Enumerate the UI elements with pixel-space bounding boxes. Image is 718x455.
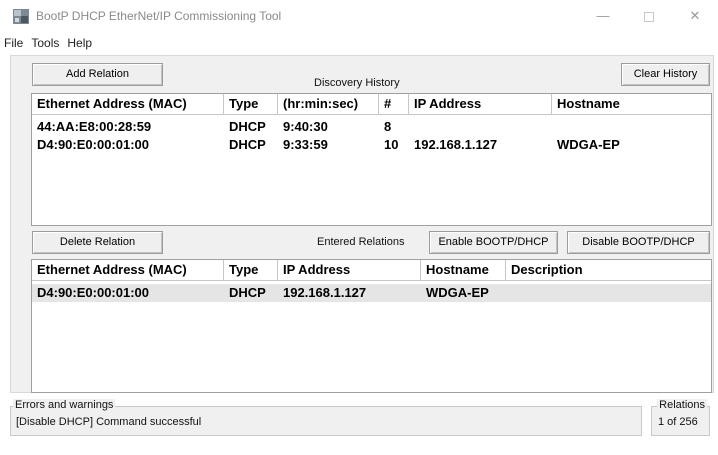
cell-type: DHCP [229,119,266,134]
status-message: [Disable DHCP] Command successful [16,416,202,428]
column-header-mac[interactable]: Ethernet Address (MAC) [32,260,224,281]
cell-ip [409,118,552,136]
cell-hostname [552,118,711,136]
table-row[interactable]: D4:90:E0:00:01:00 DHCP 192.168.1.127 WDG… [32,284,711,302]
add-relation-button[interactable]: Add Relation [32,63,163,86]
menu-help[interactable]: Help [63,34,96,52]
delete-relation-button[interactable]: Delete Relation [32,231,163,254]
column-header-time[interactable]: (hr:min:sec) [278,94,379,115]
discovery-history-list[interactable]: Ethernet Address (MAC) Type (hr:min:sec)… [31,93,712,226]
close-icon: ✕ [689,8,701,23]
list-header: Ethernet Address (MAC) Type (hr:min:sec)… [32,94,711,115]
minimize-icon: — [596,8,610,23]
column-header-count[interactable]: # [379,94,409,115]
entered-relations-caption: Entered Relations [317,236,405,248]
cell-mac: D4:90:E0:00:01:00 [37,137,150,152]
client-area: Add Relation Discovery History Clear His… [10,55,714,393]
relations-group-label: Relations [657,399,707,411]
column-header-ip[interactable]: IP Address [409,94,552,115]
minimize-button[interactable]: — [580,0,626,32]
cell-count: 10 [384,137,399,152]
cell-type: DHCP [229,137,266,152]
errors-group-label: Errors and warnings [13,399,116,411]
cell-time: 9:33:59 [283,137,328,152]
column-header-type[interactable]: Type [224,94,278,115]
menu-tools[interactable]: Tools [27,34,63,52]
cell-ip: 192.168.1.127 [283,285,367,300]
discovery-history-caption: Discovery History [314,77,400,89]
errors-and-warnings-group: Errors and warnings [Disable DHCP] Comma… [10,399,642,436]
cell-count: 8 [384,119,392,134]
enable-bootp-button[interactable]: Enable BOOTP/DHCP [429,231,558,254]
cell-mac: 44:AA:E8:00:28:59 [37,119,152,134]
table-row[interactable]: 44:AA:E8:00:28:59 DHCP 9:40:30 8 [32,118,711,136]
relations-group: Relations 1 of 256 [651,399,710,436]
cell-time: 9:40:30 [283,119,328,134]
menu-file[interactable]: File [0,34,27,52]
app-icon [13,9,29,24]
column-header-type[interactable]: Type [224,260,278,281]
relations-count: 1 of 256 [658,416,698,428]
column-header-hostname[interactable]: Hostname [421,260,506,281]
disable-bootp-button[interactable]: Disable BOOTP/DHCP [567,231,710,254]
window-title: BootP DHCP EtherNet/IP Commissioning Too… [36,9,282,23]
column-header-ip[interactable]: IP Address [278,260,421,281]
cell-description [506,284,711,302]
title-bar: BootP DHCP EtherNet/IP Commissioning Too… [0,0,718,32]
cell-hostname: WDGA-EP [426,285,489,300]
column-header-description[interactable]: Description [506,260,711,281]
clear-history-button[interactable]: Clear History [621,63,710,86]
column-header-mac[interactable]: Ethernet Address (MAC) [32,94,224,115]
cell-ip: 192.168.1.127 [414,137,498,152]
cell-hostname: WDGA-EP [557,137,620,152]
menu-bar: File Tools Help [0,34,96,52]
cell-mac: D4:90:E0:00:01:00 [37,285,150,300]
cell-type: DHCP [229,285,266,300]
table-row[interactable]: D4:90:E0:00:01:00 DHCP 9:33:59 10 192.16… [32,136,711,154]
entered-relations-list[interactable]: Ethernet Address (MAC) Type IP Address H… [31,259,712,393]
list-header: Ethernet Address (MAC) Type IP Address H… [32,260,711,281]
close-button[interactable]: ✕ [672,0,718,32]
column-header-hostname[interactable]: Hostname [552,94,711,115]
maximize-button[interactable] [626,0,672,32]
maximize-icon [644,11,654,22]
